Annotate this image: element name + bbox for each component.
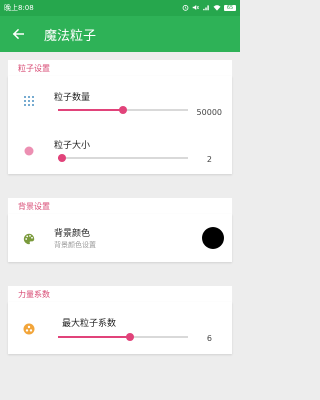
particle-count-label: 粒子数量 [54,93,91,103]
particle-count-slider[interactable] [58,105,188,115]
particle-count-value: 50000 [196,108,222,117]
force-settings-card: 最大粒子系数 6 [8,302,232,354]
slider-fill [58,336,130,338]
max-force-label: 最大粒子系数 [62,319,117,329]
slider-fill [58,109,123,111]
background-settings-card[interactable]: 背景颜色 背景颜色设置 [8,214,232,262]
back-button[interactable] [0,16,36,52]
slider-thumb[interactable] [125,333,134,341]
circle-icon [22,144,36,158]
app-bar: 魔法粒子 [0,16,240,52]
status-time: 晚上8:08 [4,4,34,12]
alarm-icon [182,4,189,13]
page-title: 魔法粒子 [44,28,97,44]
arrow-left-icon [12,25,24,44]
particle-size-label: 粒子大小 [54,141,91,151]
dot-grid-icon [22,94,36,108]
particle-size-value: 2 [206,155,212,164]
max-force-slider[interactable] [58,332,188,342]
slider-thumb[interactable] [57,154,66,162]
particle-cluster-icon [22,322,36,336]
max-force-value: 6 [206,334,212,343]
section-header-background: 背景设置 [8,198,232,214]
section-header-particle: 粒子设置 [8,60,232,76]
particle-size-slider[interactable] [57,153,188,163]
wifi-icon [213,4,221,13]
signal-icon [202,4,210,13]
mute-icon [192,4,199,13]
palette-icon [22,232,36,246]
status-icons: 65 [182,4,236,13]
battery-icon: 65 [224,5,236,11]
background-color-swatch[interactable] [202,227,224,249]
background-color-label: 背景颜色 [54,229,91,239]
slider-thumb[interactable] [119,106,127,114]
section-header-force: 力量系数 [8,286,232,302]
background-color-subtitle: 背景颜色设置 [54,241,96,249]
status-bar: 晚上8:08 65 [0,0,240,16]
particle-settings-card: 粒子数量 50000 粒子大小 2 [8,76,232,174]
slider-track [58,157,188,159]
